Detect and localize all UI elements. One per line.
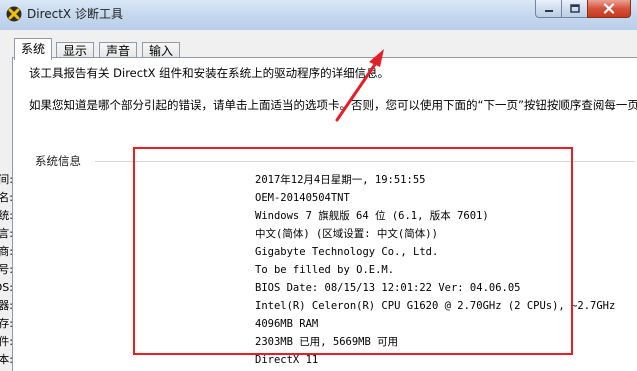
info-label: 语言: xyxy=(0,227,13,240)
cropped-footer-row xyxy=(28,363,588,371)
info-value: BIOS Date: 08/15/13 12:01:22 Ver: 04.06.… xyxy=(255,282,521,294)
close-icon xyxy=(603,3,615,14)
tab-strip: 系统 显示 声音 输入 xyxy=(0,30,637,60)
maximize-icon xyxy=(569,3,580,13)
info-label: 系统型号: xyxy=(0,263,13,276)
info-value: Windows 7 旗舰版 64 位 (6.1, 版本 7601) xyxy=(255,210,489,222)
info-label: 处理器: xyxy=(0,299,13,312)
info-value: 4096MB RAM xyxy=(255,318,319,330)
title-bar[interactable]: DirectX 诊断工具 xyxy=(0,0,637,31)
info-value: To be filled by O.E.M. xyxy=(255,264,395,276)
info-value: Intel(R) Celeron(R) CPU G1620 @ 2.70GHz … xyxy=(255,300,616,312)
info-label: DirectX 版本: xyxy=(0,353,13,366)
info-label: BIOS: xyxy=(0,281,13,294)
minimize-button[interactable] xyxy=(535,0,561,18)
system-info-group-title: 系统信息 xyxy=(35,154,81,168)
tab-system[interactable]: 系统 xyxy=(14,38,53,60)
info-value: OEM-20140504TNT xyxy=(255,192,350,204)
directx-diagnostic-window: DirectX 诊断工具 系统 显示 声音 输入 该工具报告有关 DirectX… xyxy=(0,0,637,371)
info-value: 2303MB 已用, 5669MB 可用 xyxy=(255,336,399,348)
minimize-icon xyxy=(544,9,553,12)
info-value: 2017年12月4日星期一, 19:51:55 xyxy=(255,174,426,186)
info-label: 系统制造商: xyxy=(0,245,13,258)
window-title: DirectX 诊断工具 xyxy=(27,7,123,21)
directx-x-icon xyxy=(6,6,22,22)
tab-content-panel: 该工具报告有关 DirectX 组件和安装在系统上的驱动程序的详细信息。 如果您… xyxy=(0,57,637,371)
info-label: 页面文件: xyxy=(0,335,13,348)
maximize-button[interactable] xyxy=(561,0,587,18)
info-label: 操作系统: xyxy=(0,209,13,222)
info-value: 中文(简体) (区域设置: 中文(简体)) xyxy=(255,228,438,240)
info-label: 当前日期/时间: xyxy=(0,173,13,186)
intro-text-line2: 如果您知道是哪个部分引起的错误，请单击上面适当的选项卡。否则，您可以使用下面的“… xyxy=(29,98,637,112)
window-controls xyxy=(535,0,631,20)
info-label: 内存: xyxy=(0,317,13,330)
info-value: Gigabyte Technology Co., Ltd. xyxy=(255,246,439,258)
close-button[interactable] xyxy=(587,0,631,18)
info-label: 计算机名: xyxy=(0,191,13,204)
intro-text-line1: 该工具报告有关 DirectX 组件和安装在系统上的驱动程序的详细信息。 xyxy=(29,66,390,80)
group-divider xyxy=(95,161,635,162)
